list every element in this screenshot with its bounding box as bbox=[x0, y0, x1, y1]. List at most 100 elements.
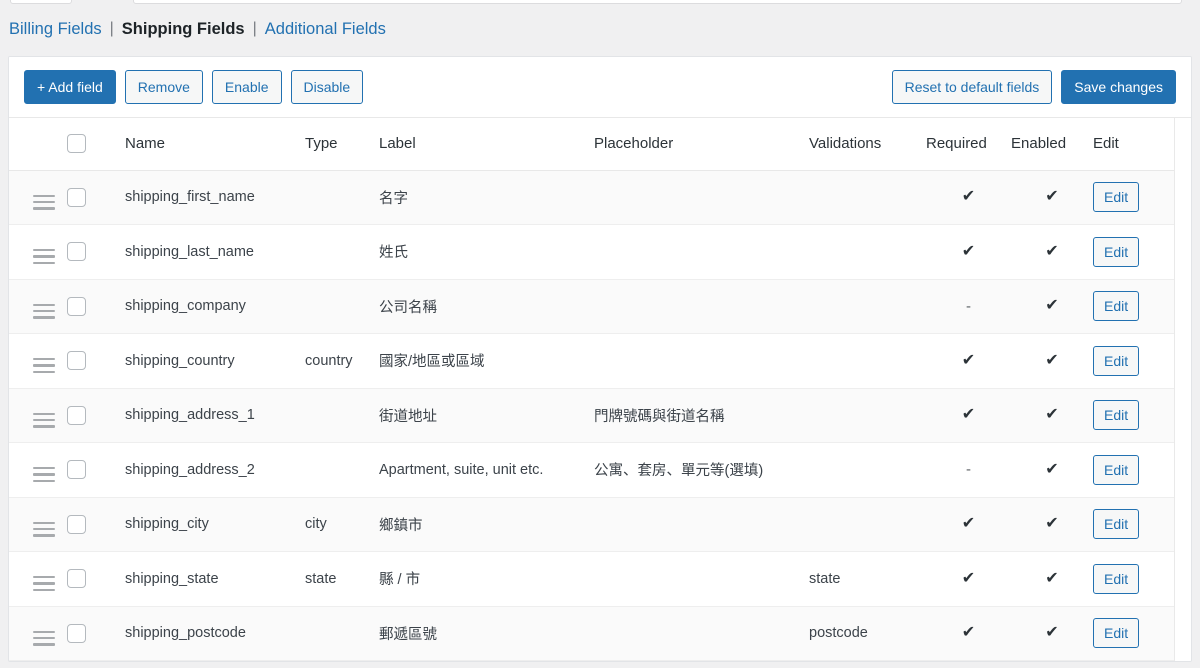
drag-handle-icon[interactable] bbox=[33, 467, 55, 483]
row-select-cell bbox=[67, 170, 125, 225]
fields-table: Name Type Label Placeholder Validations … bbox=[9, 118, 1191, 661]
cell-placeholder bbox=[594, 170, 809, 225]
required-indicator: ✔ bbox=[961, 569, 976, 587]
enable-button[interactable]: Enable bbox=[211, 70, 282, 104]
toolbar-left-group: + Add field Remove Enable Disable bbox=[24, 70, 364, 104]
edit-button[interactable]: Edit bbox=[1093, 454, 1140, 485]
row-select-checkbox[interactable] bbox=[67, 569, 86, 589]
cell-required: ✔ bbox=[926, 333, 1011, 389]
row-select-cell bbox=[67, 497, 125, 552]
cell-validations bbox=[809, 442, 926, 498]
edit-button[interactable]: Edit bbox=[1093, 236, 1140, 267]
table-row: shipping_country country 國家/地區或區域 ✔ ✔ Edit bbox=[9, 333, 1191, 389]
row-select-checkbox[interactable] bbox=[67, 351, 86, 371]
add-field-button[interactable]: + Add field bbox=[24, 70, 116, 104]
edit-button[interactable]: Edit bbox=[1093, 345, 1140, 376]
tab-shipping-fields[interactable]: Shipping Fields bbox=[121, 20, 246, 39]
row-select-cell bbox=[67, 279, 125, 334]
cell-label: 街道地址 bbox=[379, 388, 594, 443]
reset-to-default-fields-button[interactable]: Reset to default fields bbox=[891, 70, 1053, 104]
row-select-checkbox[interactable] bbox=[67, 242, 86, 262]
required-indicator: ✔ bbox=[961, 406, 976, 424]
table-row: shipping_state state 縣 / 市 state ✔ ✔ Edit bbox=[9, 551, 1191, 607]
cell-placeholder bbox=[594, 279, 809, 334]
row-drag-cell bbox=[9, 333, 67, 389]
edit-button[interactable]: Edit bbox=[1093, 400, 1140, 431]
row-drag-cell bbox=[9, 170, 67, 225]
remove-button[interactable]: Remove bbox=[124, 70, 203, 104]
cell-label: 姓氏 bbox=[379, 224, 594, 280]
fields-table-body: shipping_first_name 名字 ✔ ✔ Edit shipping_last… bbox=[9, 170, 1191, 661]
cell-name: shipping_company bbox=[125, 279, 305, 334]
cell-validations bbox=[809, 170, 926, 225]
cell-label: 名字 bbox=[379, 170, 594, 225]
cell-enabled: ✔ bbox=[1011, 606, 1093, 661]
required-indicator: - bbox=[966, 297, 971, 315]
drag-handle-icon[interactable] bbox=[33, 249, 55, 265]
cell-name: shipping_first_name bbox=[125, 170, 305, 225]
cell-label: 公司名稱 bbox=[379, 279, 594, 334]
cell-placeholder: 公寓、套房、單元等(選填) bbox=[594, 442, 809, 498]
drag-handle-icon[interactable] bbox=[33, 303, 55, 319]
cell-placeholder bbox=[594, 333, 809, 389]
row-select-checkbox[interactable] bbox=[67, 460, 86, 480]
row-select-checkbox[interactable] bbox=[67, 405, 86, 425]
cell-name: shipping_last_name bbox=[125, 224, 305, 280]
row-select-checkbox[interactable] bbox=[67, 514, 86, 534]
tab-separator-2: | bbox=[252, 20, 257, 37]
cell-type: state bbox=[305, 551, 379, 607]
cell-label: 縣 / 市 bbox=[379, 551, 594, 607]
tab-additional-fields[interactable]: Additional Fields bbox=[264, 20, 387, 39]
required-indicator: ✔ bbox=[961, 242, 976, 260]
cutoff-panel-top bbox=[133, 0, 1182, 4]
header-select-all bbox=[67, 118, 125, 171]
cell-label: 國家/地區或區域 bbox=[379, 333, 594, 389]
cell-label: 鄉鎮市 bbox=[379, 497, 594, 552]
table-vertical-scrollbar[interactable] bbox=[1174, 118, 1191, 661]
table-row: shipping_city city 鄉鎮市 ✔ ✔ Edit bbox=[9, 497, 1191, 552]
cell-required: - bbox=[926, 442, 1011, 498]
row-select-checkbox[interactable] bbox=[67, 296, 86, 316]
table-row: shipping_address_1 街道地址 門牌號碼與街道名稱 ✔ ✔ Edit bbox=[9, 388, 1191, 443]
cell-name: shipping_state bbox=[125, 551, 305, 607]
row-drag-cell bbox=[9, 279, 67, 334]
edit-button[interactable]: Edit bbox=[1093, 509, 1140, 540]
cutoff-panel-top-left bbox=[10, 0, 72, 4]
row-select-checkbox[interactable] bbox=[67, 623, 86, 643]
fields-table-head: Name Type Label Placeholder Validations … bbox=[9, 118, 1191, 171]
cell-validations bbox=[809, 279, 926, 334]
drag-handle-icon[interactable] bbox=[33, 412, 55, 428]
drag-handle-icon[interactable] bbox=[33, 194, 55, 210]
header-required: Required bbox=[926, 118, 1011, 171]
save-changes-button[interactable]: Save changes bbox=[1061, 70, 1176, 104]
cell-placeholder bbox=[594, 551, 809, 607]
required-indicator: ✔ bbox=[961, 351, 976, 369]
row-select-cell bbox=[67, 606, 125, 661]
enabled-indicator: ✔ bbox=[1045, 242, 1059, 260]
row-drag-cell bbox=[9, 606, 67, 661]
cell-type bbox=[305, 442, 379, 498]
cell-type bbox=[305, 606, 379, 661]
cell-required: ✔ bbox=[926, 388, 1011, 443]
drag-handle-icon[interactable] bbox=[33, 521, 55, 537]
cell-label: 郵遞區號 bbox=[379, 606, 594, 661]
disable-button[interactable]: Disable bbox=[290, 70, 364, 104]
edit-button[interactable]: Edit bbox=[1093, 182, 1140, 213]
row-select-checkbox[interactable] bbox=[67, 187, 86, 207]
tab-billing-fields[interactable]: Billing Fields bbox=[8, 20, 103, 39]
cell-name: shipping_country bbox=[125, 333, 305, 389]
enabled-indicator: ✔ bbox=[1045, 188, 1059, 206]
cell-label: Apartment, suite, unit etc. bbox=[379, 442, 594, 498]
enabled-indicator: ✔ bbox=[1045, 297, 1059, 315]
drag-handle-icon[interactable] bbox=[33, 630, 55, 646]
table-row: shipping_company 公司名稱 - ✔ Edit bbox=[9, 279, 1191, 334]
drag-handle-icon[interactable] bbox=[33, 358, 55, 374]
table-row: shipping_address_2 Apartment, suite, unit… bbox=[9, 442, 1191, 498]
cell-type bbox=[305, 224, 379, 280]
edit-button[interactable]: Edit bbox=[1093, 618, 1140, 649]
select-all-checkbox[interactable] bbox=[67, 134, 86, 154]
edit-button[interactable]: Edit bbox=[1093, 291, 1140, 322]
edit-button[interactable]: Edit bbox=[1093, 563, 1140, 594]
drag-handle-icon[interactable] bbox=[33, 576, 55, 592]
tab-separator-1: | bbox=[109, 20, 114, 37]
